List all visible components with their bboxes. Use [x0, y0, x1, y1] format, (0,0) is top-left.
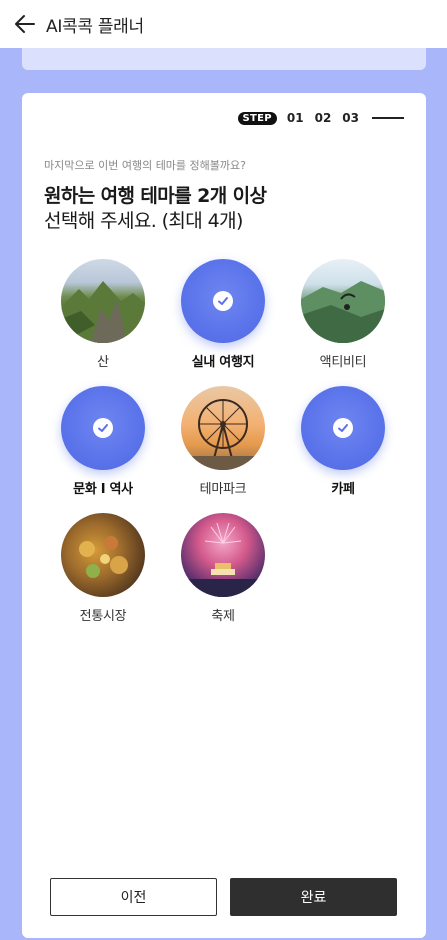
step-02: 02 — [314, 111, 332, 125]
theme-label: 실내 여행지 — [191, 355, 255, 370]
theme-label: 전통시장 — [79, 609, 127, 624]
step-indicator: STEP 01 02 03 — [237, 111, 404, 125]
theme-label: 문화 I 역사 — [73, 482, 133, 497]
previous-step-card — [22, 48, 426, 70]
back-button[interactable] — [12, 11, 38, 37]
theme-indoor[interactable]: 실내 여행지 — [168, 259, 278, 370]
arrow-left-icon — [15, 15, 35, 33]
done-button[interactable]: 완료 — [230, 878, 397, 916]
theme-culture-history[interactable]: 문화 I 역사 — [48, 386, 158, 497]
check-icon — [93, 418, 113, 438]
theme-label: 산 — [97, 355, 109, 370]
step-03: 03 — [342, 111, 359, 125]
question-subhead: 선택해 주세요. (최대 4개) — [44, 210, 243, 232]
market-food-image — [61, 513, 145, 597]
theme-selection-card: STEP 01 02 03 마지막으로 이번 여행의 테마를 정해볼까요? 원하… — [22, 93, 426, 938]
check-icon — [213, 291, 233, 311]
step-progress-line — [372, 117, 404, 119]
theme-label: 테마파크 — [199, 482, 247, 497]
paragliding-image — [301, 259, 385, 343]
theme-cafe[interactable]: 카페 — [288, 386, 398, 497]
mountain-image — [61, 259, 145, 343]
theme-label: 축제 — [211, 609, 235, 624]
step-badge: STEP — [237, 111, 277, 125]
theme-festival[interactable]: 축제 — [168, 513, 278, 624]
theme-traditional-market[interactable]: 전통시장 — [48, 513, 158, 624]
theme-activity[interactable]: 액티비티 — [288, 259, 398, 370]
ferris-wheel-image — [181, 386, 265, 470]
app-title: AI콕콕 플래너 — [46, 16, 144, 37]
theme-mountain[interactable]: 산 — [48, 259, 158, 370]
selected-circle — [61, 386, 145, 470]
step-01: 01 — [286, 111, 304, 125]
check-icon — [333, 418, 353, 438]
fireworks-image — [181, 513, 265, 597]
theme-themepark[interactable]: 테마파크 — [168, 386, 278, 497]
question-headline: 원하는 여행 테마를 2개 이상 — [44, 185, 267, 207]
top-app-bar: AI콕콕 플래너 — [0, 0, 447, 48]
prev-button[interactable]: 이전 — [50, 878, 217, 916]
question-subtitle: 마지막으로 이번 여행의 테마를 정해볼까요? — [44, 159, 246, 172]
selected-circle — [301, 386, 385, 470]
theme-label: 액티비티 — [319, 355, 367, 370]
theme-label: 카페 — [331, 482, 355, 497]
selected-circle — [181, 259, 265, 343]
